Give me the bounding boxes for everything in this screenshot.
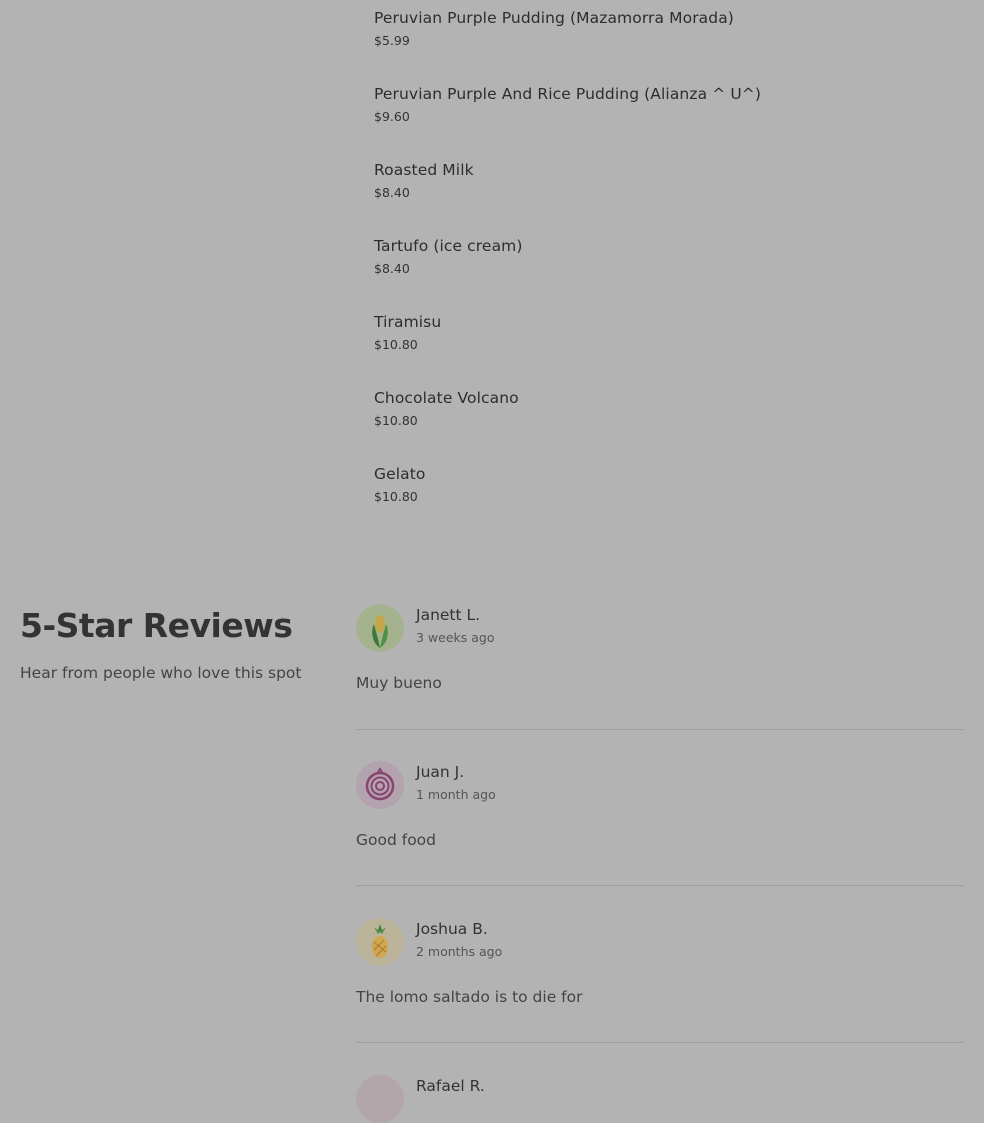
menu-item-name: Tartufo (ice cream) <box>374 237 523 255</box>
menu-item-name: Tiramisu <box>374 313 442 331</box>
menu-item-name: Roasted Milk <box>374 161 474 179</box>
menu-item-price: $5.99 <box>374 33 410 48</box>
pineapple-icon <box>356 918 404 966</box>
review-text: The lomo saltado is to die for <box>356 988 583 1006</box>
menu-item-price: $8.40 <box>374 185 410 200</box>
review-time: 1 month ago <box>416 787 496 802</box>
reviews-title: 5-Star Reviews <box>20 606 293 645</box>
review-time: 2 months ago <box>416 944 503 959</box>
menu-item-price: $10.80 <box>374 337 418 352</box>
menu-item-price: $8.40 <box>374 261 410 276</box>
menu-item[interactable]: Roasted Milk $8.40 <box>374 160 474 201</box>
menu-item-price: $10.80 <box>374 413 418 428</box>
reviewer-name: Rafael R. <box>416 1077 485 1095</box>
review-divider <box>356 885 964 886</box>
review-divider <box>356 1042 964 1043</box>
review-divider <box>356 729 964 730</box>
reviews-header: 5-Star Reviews Hear from people who love… <box>20 600 320 684</box>
review-time: 3 weeks ago <box>416 630 495 645</box>
menu-item[interactable]: Tiramisu $10.80 <box>374 312 441 353</box>
reviewer-name: Janett L. <box>416 606 481 624</box>
reviewer-name: Juan J. <box>416 763 465 781</box>
reviews-subtitle: Hear from people who love this spot <box>20 664 302 682</box>
reviewer-name: Joshua B. <box>416 920 488 938</box>
menu-item[interactable]: Tartufo (ice cream) $8.40 <box>374 236 523 277</box>
avatar <box>356 1075 404 1123</box>
corn-icon <box>356 604 404 652</box>
menu-item[interactable]: Peruvian Purple And Rice Pudding (Alianz… <box>374 84 761 125</box>
review-text: Muy bueno <box>356 674 442 692</box>
menu-item-price: $9.60 <box>374 109 410 124</box>
menu-item-price: $10.80 <box>374 489 418 504</box>
menu-item-name: Chocolate Volcano <box>374 389 519 407</box>
onion-icon <box>356 761 404 809</box>
menu-item[interactable]: Chocolate Volcano $10.80 <box>374 388 519 429</box>
menu-item[interactable]: Gelato $10.80 <box>374 464 426 505</box>
menu-item-name: Peruvian Purple Pudding (Mazamorra Morad… <box>374 9 734 27</box>
menu-item-name: Peruvian Purple And Rice Pudding (Alianz… <box>374 85 762 103</box>
menu-item-name: Gelato <box>374 465 426 483</box>
menu-item[interactable]: Peruvian Purple Pudding (Mazamorra Morad… <box>374 8 734 49</box>
review-text: Good food <box>356 831 437 849</box>
